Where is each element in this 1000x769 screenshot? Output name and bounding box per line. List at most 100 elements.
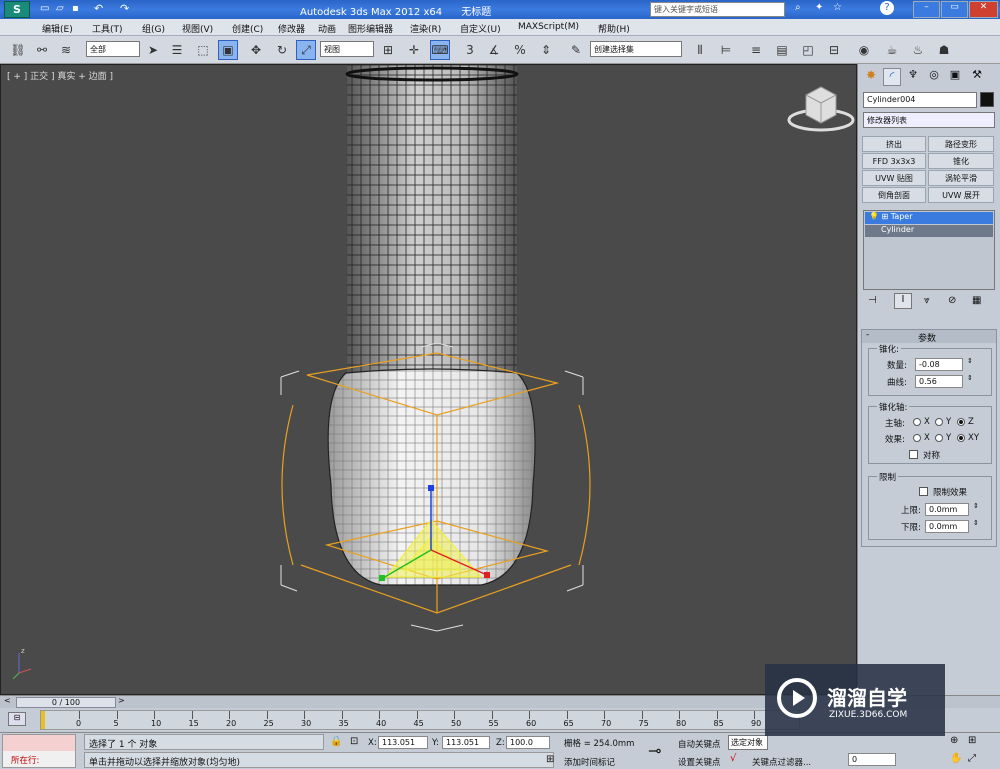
object-name-field[interactable]: Cylinder004 — [863, 92, 977, 108]
selected-object-dropdown[interactable]: 选定对象 — [728, 735, 768, 750]
link-icon[interactable]: ⛓ — [8, 40, 28, 60]
lock-selection-icon[interactable]: 🔒 — [330, 736, 342, 747]
tab-hierarchy[interactable]: ♆ — [904, 68, 922, 86]
amount-spinner-arrows[interactable]: ⇕ — [967, 357, 973, 365]
keyboard-shortcut-icon[interactable]: ⌨ — [430, 40, 450, 60]
key-filter-icon[interactable]: √ — [730, 753, 736, 764]
bind-space-warp-icon[interactable]: ≋ — [56, 40, 76, 60]
upper-limit-spinner[interactable]: 0.0mm — [925, 503, 969, 516]
viewport-perspective[interactable]: [ + ] 正交 ] 真实 + 边面 ] z — [0, 64, 857, 695]
effect-x-radio[interactable] — [913, 434, 921, 442]
show-end-result-icon[interactable]: Ⅰ — [894, 293, 912, 309]
minimize-button[interactable]: – — [913, 1, 940, 18]
pan-icon[interactable]: ⊞ — [968, 735, 976, 746]
open-file-icon[interactable]: ▱ — [56, 3, 64, 14]
menu-modifiers[interactable]: 修改器 — [278, 22, 305, 35]
x-coord-field[interactable]: 113.051 — [378, 736, 428, 749]
tab-modify[interactable]: ◜ — [883, 68, 901, 86]
curve-spinner-arrows[interactable]: ⇕ — [967, 374, 973, 382]
menu-views[interactable]: 视图(V) — [182, 22, 213, 35]
primary-y-radio[interactable] — [935, 418, 943, 426]
rendered-frame-icon[interactable]: ♨ — [908, 40, 928, 60]
menu-create[interactable]: 创建(C) — [232, 22, 263, 35]
star-icon[interactable]: ☆ — [833, 2, 842, 13]
percent-snap-icon[interactable]: % — [510, 40, 530, 60]
current-frame-field[interactable]: 0 — [848, 753, 896, 766]
key-filters-button[interactable]: 关键点过滤器... — [752, 756, 811, 768]
move-icon[interactable]: ✥ — [246, 40, 266, 60]
amount-spinner[interactable]: -0.08 — [915, 358, 963, 371]
binoculars-icon[interactable]: ⌕ — [795, 2, 801, 13]
effect-xy-radio[interactable] — [957, 434, 965, 442]
expand-icon[interactable]: ⊞ — [882, 212, 889, 221]
rotate-icon[interactable]: ↻ — [272, 40, 292, 60]
save-file-icon[interactable]: ▪ — [72, 3, 79, 14]
redo-icon[interactable]: ↷ — [120, 2, 129, 15]
select-manipulate-icon[interactable]: ✛ — [404, 40, 424, 60]
pin-stack-icon[interactable]: ⊣ — [868, 295, 877, 306]
align-icon[interactable]: ⊨ — [716, 40, 736, 60]
curve-editor-icon[interactable]: ◰ — [798, 40, 818, 60]
orbit-icon[interactable]: ✋ — [950, 753, 962, 764]
time-next-arrow[interactable]: > — [118, 696, 125, 705]
lower-limit-spinner[interactable]: 0.0mm — [925, 520, 969, 533]
modifier-btn-uvw-map[interactable]: UVW 贴图 — [862, 170, 926, 186]
modifier-btn-bevel-profile[interactable]: 倒角剖面 — [862, 187, 926, 203]
rollout-header[interactable]: - 参数 — [862, 330, 996, 344]
menu-group[interactable]: 组(G) — [142, 22, 165, 35]
modifier-btn-turbosmooth[interactable]: 涡轮平滑 — [928, 170, 994, 186]
mirror-icon[interactable]: ⫴ — [690, 40, 710, 60]
maximize-viewport-icon[interactable]: ⤢ — [968, 753, 976, 764]
spinner-snap-icon[interactable]: ⇕ — [536, 40, 556, 60]
lower-spinner-arrows[interactable]: ⇕ — [973, 519, 979, 527]
effect-y-radio[interactable] — [935, 434, 943, 442]
tab-create[interactable]: ✸ — [862, 68, 880, 86]
modifier-btn-taper[interactable]: 锥化 — [928, 153, 994, 169]
menu-tools[interactable]: 工具(T) — [92, 22, 123, 35]
viewcube[interactable] — [787, 86, 855, 132]
object-color-swatch[interactable] — [980, 92, 994, 107]
layer-manager-icon[interactable]: ≡ — [746, 40, 766, 60]
menu-animation[interactable]: 动画 — [318, 22, 336, 35]
help-icon[interactable]: ? — [880, 1, 894, 15]
add-time-tag[interactable]: 添加时间标记 — [564, 756, 615, 768]
time-prev-arrow[interactable]: < — [4, 696, 11, 705]
absolute-mode-icon[interactable]: ⊡ — [350, 736, 358, 747]
unlink-icon[interactable]: ⚯ — [32, 40, 52, 60]
menu-help[interactable]: 帮助(H) — [598, 22, 630, 35]
upper-spinner-arrows[interactable]: ⇕ — [973, 502, 979, 510]
make-unique-icon[interactable]: ⩔ — [924, 295, 930, 306]
close-button[interactable]: ✕ — [969, 1, 998, 18]
y-coord-field[interactable]: 113.051 — [442, 736, 490, 749]
rect-selection-icon[interactable]: ⬚ — [193, 40, 213, 60]
maximize-button[interactable]: ▭ — [941, 1, 968, 18]
graphite-toolbar-icon[interactable]: ▤ — [772, 40, 792, 60]
set-key-icon[interactable]: ⊸ — [648, 741, 661, 760]
angle-snap-icon[interactable]: ∡ — [484, 40, 504, 60]
key-icon[interactable]: ✦ — [815, 2, 823, 13]
tab-display[interactable]: ▣ — [946, 68, 964, 86]
snap-3d-icon[interactable]: 3 — [460, 40, 480, 60]
render-production-icon[interactable]: ☗ — [934, 40, 954, 60]
time-tag-icon[interactable]: ⊞ — [546, 754, 554, 765]
selection-filter-dropdown[interactable]: 全部 — [86, 41, 140, 57]
select-object-icon[interactable]: ➤ — [143, 40, 163, 60]
select-by-name-icon[interactable]: ☰ — [167, 40, 187, 60]
track-bar-menu-icon[interactable]: ⊟ — [8, 712, 26, 726]
primary-x-radio[interactable] — [913, 418, 921, 426]
maxscript-listener[interactable]: 所在行: — [2, 734, 76, 768]
primary-z-radio[interactable] — [957, 418, 965, 426]
zoom-icon[interactable]: ⊕ — [950, 735, 958, 746]
lightbulb-icon[interactable]: 💡 — [869, 212, 879, 221]
limit-effect-checkbox[interactable] — [919, 487, 928, 496]
modifier-btn-unwrap-uvw[interactable]: UVW 展开 — [928, 187, 994, 203]
stack-item-taper[interactable]: 💡 ⊞ Taper — [865, 212, 993, 224]
menu-rendering[interactable]: 渲染(R) — [410, 22, 441, 35]
named-selection-dropdown[interactable]: 创建选择集 — [590, 41, 682, 57]
set-key-label[interactable]: 设置关键点 — [678, 756, 721, 768]
curve-spinner[interactable]: 0.56 — [915, 375, 963, 388]
edit-named-selection-icon[interactable]: ✎ — [566, 40, 586, 60]
app-logo-icon[interactable]: S — [4, 1, 30, 18]
scale-icon[interactable]: ⤢ — [296, 40, 316, 60]
z-coord-field[interactable]: 100.0 — [506, 736, 550, 749]
